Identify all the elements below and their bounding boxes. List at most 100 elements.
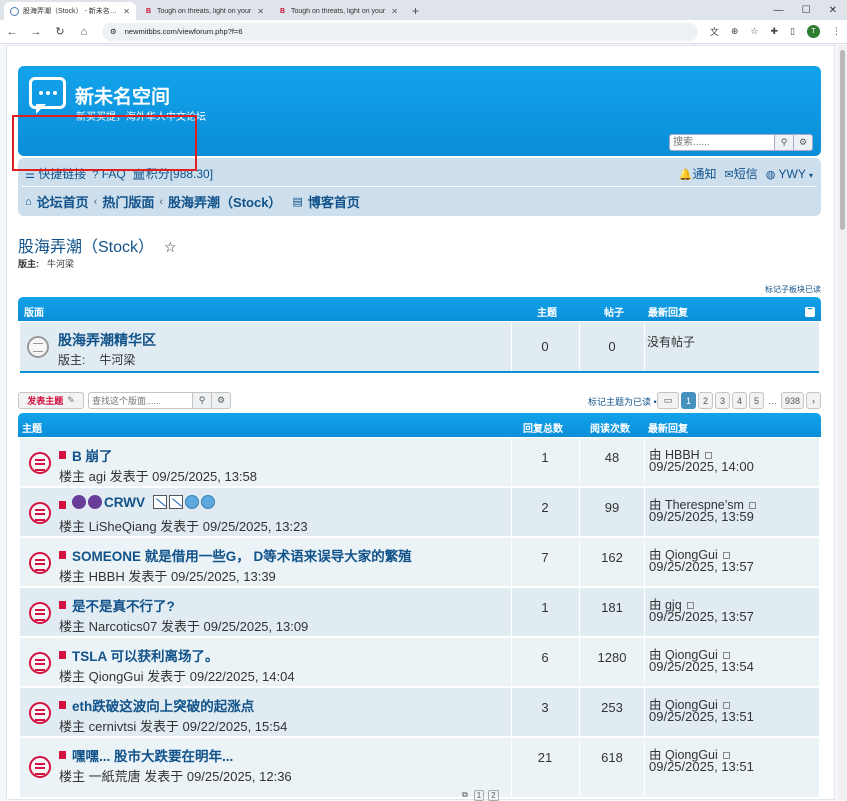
chat-bubble-logo-icon[interactable] — [29, 77, 66, 114]
site-info-icon[interactable]: ⚙ — [110, 27, 117, 36]
browser-tab[interactable]: B Tough on threats, light on your ✕ — [272, 2, 404, 20]
grape-emoji-icon — [72, 495, 86, 509]
home-icon[interactable]: ⌂ — [78, 26, 90, 38]
topic-unread-icon — [29, 502, 51, 524]
new-post-icon[interactable] — [59, 651, 66, 659]
new-tab-icon[interactable]: + — [406, 2, 425, 20]
page-1[interactable]: 1 — [680, 392, 696, 409]
search-icon[interactable]: ⚲ — [193, 392, 212, 409]
messages-label: 短信 — [733, 167, 758, 181]
mark-subforums-read-link[interactable]: 标记子板块已读 — [765, 284, 821, 295]
page-last[interactable]: 938 — [780, 392, 804, 409]
last-post-time: 09/25/2025, 14:00 — [649, 459, 754, 474]
forum-search-input[interactable] — [88, 392, 193, 409]
collapse-icon[interactable]: − — [805, 305, 815, 317]
advanced-search-gear-icon[interactable]: ⚙ — [212, 392, 231, 409]
translate-icon[interactable]: 文 — [710, 25, 719, 38]
menu-icon[interactable]: ⋮ — [832, 26, 841, 37]
back-icon[interactable]: ← — [6, 26, 18, 38]
close-tab-icon[interactable]: ✕ — [123, 7, 130, 16]
new-post-icon[interactable] — [59, 501, 66, 509]
topic-title[interactable]: SOMEONE 就是借用一些G， D等术语来误导大家的繁殖 — [72, 545, 412, 565]
page-3[interactable]: 3 — [714, 392, 730, 409]
maximize-icon[interactable]: ☐ — [802, 5, 811, 16]
scrollbar-thumb[interactable] — [840, 50, 845, 230]
topic-unread-icon — [29, 552, 51, 574]
reply-count: 3 — [541, 700, 549, 715]
browser-tab-active[interactable]: 股海弄潮（Stock） - 新未名空间 ✕ — [4, 2, 136, 20]
reply-count: 1 — [541, 600, 549, 615]
next-page-chevron-icon[interactable]: › — [806, 392, 821, 409]
topic-unread-icon — [29, 756, 51, 778]
messages-link[interactable]: ✉短信 — [725, 165, 758, 182]
reload-icon[interactable]: ↻ — [54, 25, 66, 38]
mark-topics-read-link[interactable]: 标记主题为已读 • — [588, 395, 657, 408]
blog-link[interactable]: 博客首页 — [308, 192, 360, 211]
moderator-link[interactable]: 牛河梁 — [99, 353, 135, 367]
site-title[interactable]: 新未名空间 — [75, 82, 170, 109]
topic-title[interactable]: 是不是真不行了? — [72, 595, 175, 615]
breadcrumb-home[interactable]: 论坛首页 — [37, 192, 89, 211]
breadcrumb-stock[interactable]: 股海弄潮（Stock） — [168, 192, 281, 211]
home-icon: ⌂ — [25, 195, 32, 208]
address-bar[interactable]: ⚙ newmitbbs.com/viewforum.php?f=6 — [102, 22, 698, 41]
worried-face-emoji-icon — [200, 495, 215, 509]
zoom-icon[interactable]: ⊕ — [731, 26, 739, 37]
cell-divider — [579, 738, 580, 797]
topic-title[interactable]: eth跌破这波向上突破的起涨点 — [72, 695, 254, 715]
star-icon[interactable]: ☆ — [164, 239, 177, 255]
cell-divider — [644, 588, 645, 636]
reply-count: 2 — [541, 500, 549, 515]
close-tab-icon[interactable]: ✕ — [391, 7, 398, 16]
notifications-link[interactable]: 🔔通知 — [679, 165, 717, 182]
browser-tab[interactable]: B Tough on threats, light on your ✕ — [138, 2, 270, 20]
bookmark-star-icon[interactable]: ☆ — [750, 26, 758, 37]
grape-emoji-icon — [88, 495, 102, 509]
new-topic-button[interactable]: 发表主题 ✎ — [18, 392, 84, 409]
page-4[interactable]: 4 — [731, 392, 747, 409]
user-menu[interactable]: ◍ YWY ▾ — [766, 167, 813, 181]
page-2[interactable]: 2 — [697, 392, 713, 409]
chart-down-emoji-icon — [152, 495, 167, 509]
page-title[interactable]: 股海弄潮（Stock） — [18, 239, 154, 256]
topic-row: TSLA 可以获利离场了。 楼主 QiongGui 发表于 09/22/2025… — [20, 638, 819, 687]
breadcrumb-hot[interactable]: 热门版面 — [102, 192, 154, 211]
mini-page-1[interactable]: 1 — [473, 790, 485, 801]
topic-row: CRWV 楼主 LiSheQiang 发表于 09/25/2025, 13:23… — [20, 488, 819, 537]
new-post-icon[interactable] — [59, 551, 66, 559]
topic-title-with-emoji[interactable]: CRWV — [72, 495, 217, 510]
action-bar: 发表主题✎ ⚲ ⚙ 标记主题为已读 • ▭ 1 2 3 4 5 … 938 › — [18, 391, 821, 411]
cell-divider — [511, 638, 512, 686]
new-post-icon[interactable] — [59, 701, 66, 709]
advanced-search-gear-icon[interactable]: ⚙ — [794, 134, 813, 151]
profile-avatar[interactable]: T — [807, 25, 820, 38]
last-post-time: 09/25/2025, 13:59 — [649, 509, 754, 524]
minimize-icon[interactable]: — — [774, 5, 784, 16]
extensions-icon[interactable]: ✚ — [771, 26, 779, 37]
jump-to-page-icon[interactable]: ▭ — [656, 392, 679, 409]
mini-page-2[interactable]: 2 — [488, 790, 499, 801]
moderator-link[interactable]: 牛河梁 — [47, 259, 74, 269]
new-post-icon[interactable] — [59, 751, 66, 759]
sidebar-icon[interactable]: ▯ — [790, 26, 795, 37]
new-topic-label: 发表主题 — [27, 396, 64, 406]
pages-icon: ⧉ — [462, 790, 468, 799]
site-search-input[interactable] — [669, 134, 775, 151]
search-icon[interactable]: ⚲ — [775, 134, 794, 151]
topic-title[interactable]: B 崩了 — [72, 445, 113, 465]
close-window-icon[interactable]: ✕ — [829, 5, 837, 16]
last-post-time: 09/25/2025, 13:54 — [649, 659, 754, 674]
close-tab-icon[interactable]: ✕ — [257, 7, 264, 16]
topic-title[interactable]: 嘿嘿... 股市大跌要在明年... — [72, 745, 233, 765]
browser-toolbar: ← → ↻ ⌂ ⚙ newmitbbs.com/viewforum.php?f=… — [0, 20, 847, 44]
bell-icon: 🔔 — [678, 169, 693, 181]
col-forum: 版面 — [24, 308, 44, 319]
new-post-icon[interactable] — [59, 451, 66, 459]
subforum-link[interactable]: 股海弄潮精华区 — [58, 330, 156, 350]
subforum-posts-count: 0 — [608, 339, 616, 354]
forward-icon[interactable]: → — [30, 26, 42, 38]
new-post-icon[interactable] — [59, 601, 66, 609]
page-5[interactable]: 5 — [748, 392, 764, 409]
topic-title[interactable]: TSLA 可以获利离场了。 — [72, 645, 219, 665]
pencil-icon: ✎ — [67, 395, 75, 405]
